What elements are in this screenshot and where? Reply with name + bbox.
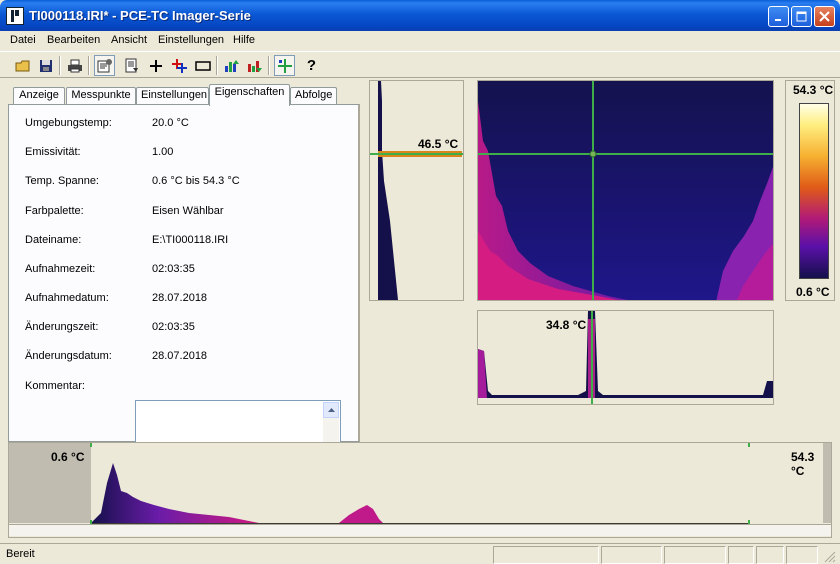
prop-value-emissivitaet: 1.00 bbox=[152, 146, 174, 158]
close-icon bbox=[819, 11, 830, 22]
toolbar: ? bbox=[0, 51, 840, 78]
status-pane-3 bbox=[664, 546, 726, 564]
prop-label-aufnahmezeit: Aufnahmezeit: bbox=[25, 263, 96, 275]
prop-label-dateiname: Dateiname: bbox=[25, 234, 82, 246]
prop-label-farbpalette: Farbpalette: bbox=[25, 205, 84, 217]
menu-einstellungen[interactable]: Einstellungen bbox=[158, 34, 224, 46]
palette-up-icon bbox=[224, 59, 239, 72]
print-icon bbox=[67, 59, 82, 72]
multi-point-button[interactable] bbox=[168, 55, 189, 76]
color-scale-max: 54.3 °C bbox=[793, 83, 834, 97]
open-icon bbox=[15, 60, 29, 71]
resize-grip-icon[interactable] bbox=[824, 551, 836, 563]
tab-messpunkte[interactable]: Messpunkte bbox=[66, 87, 136, 105]
maximize-button[interactable] bbox=[791, 6, 812, 27]
color-scale: 54.3 °C 0.6 °C bbox=[785, 80, 835, 301]
prop-value-farbpalette: Eisen Wählbar bbox=[152, 205, 224, 217]
horizontal-profile-panel: 34.8 °C bbox=[477, 310, 774, 405]
status-pane-5 bbox=[756, 546, 784, 564]
chevron-up-icon bbox=[327, 408, 335, 412]
prop-label-kommentar: Kommentar: bbox=[25, 380, 85, 392]
menu-hilfe[interactable]: Hilfe bbox=[233, 34, 255, 46]
save-button[interactable] bbox=[35, 55, 56, 76]
print-button[interactable] bbox=[64, 55, 85, 76]
tab-anzeige[interactable]: Anzeige bbox=[13, 87, 65, 105]
properties-panel: Anzeige Messpunkte Einstellungen Eigensc… bbox=[8, 84, 360, 465]
tab-eigenschaften[interactable]: Eigenschaften bbox=[209, 84, 290, 106]
color-scale-bar bbox=[799, 103, 829, 279]
menu-bar: Datei Bearbeiten Ansicht Einstellungen H… bbox=[0, 31, 840, 51]
prop-value-umgebungstemp: 20.0 °C bbox=[152, 117, 189, 129]
prop-label-temp-spanne: Temp. Spanne: bbox=[25, 175, 99, 187]
open-button[interactable] bbox=[12, 55, 33, 76]
prop-label-aenderungsdatum: Änderungsdatum: bbox=[25, 350, 112, 362]
status-bar: Bereit bbox=[0, 543, 840, 564]
title-bar: TI000118.IRI* - PCE-TC Imager-Serie bbox=[0, 0, 840, 31]
app-icon[interactable] bbox=[6, 7, 24, 25]
menu-ansicht[interactable]: Ansicht bbox=[111, 34, 147, 46]
rectangle-button[interactable] bbox=[192, 55, 213, 76]
horizontal-profile-temp: 34.8 °C bbox=[546, 318, 587, 332]
prop-label-umgebungstemp: Umgebungstemp: bbox=[25, 117, 112, 129]
palette-down-icon bbox=[247, 60, 262, 72]
tab-page-eigenschaften: Umgebungstemp: 20.0 °C Emissivität: 1.00… bbox=[8, 104, 360, 465]
tab-abfolge[interactable]: Abfolge bbox=[290, 87, 337, 105]
minimize-button[interactable] bbox=[768, 6, 789, 27]
vertical-profile-graph bbox=[370, 81, 463, 300]
tab-strip: Anzeige Messpunkte Einstellungen Eigensc… bbox=[8, 84, 360, 106]
cursor-line-icon bbox=[277, 58, 292, 73]
scroll-up-button[interactable] bbox=[323, 402, 339, 418]
menu-datei[interactable]: Datei bbox=[10, 34, 36, 46]
crosshair-button[interactable] bbox=[145, 55, 166, 76]
properties-icon bbox=[97, 59, 112, 73]
report-button[interactable] bbox=[121, 55, 142, 76]
vertical-profile-panel: 46.5 °C bbox=[369, 80, 464, 301]
thermal-image[interactable] bbox=[477, 80, 774, 301]
prop-value-dateiname: E:\TI000118.IRI bbox=[152, 234, 229, 246]
prop-label-aenderungszeit: Änderungszeit: bbox=[25, 321, 99, 333]
histogram-graph bbox=[90, 443, 750, 525]
window-title: TI000118.IRI* - PCE-TC Imager-Serie bbox=[29, 8, 251, 23]
rectangle-icon bbox=[194, 60, 211, 71]
color-scale-min: 0.6 °C bbox=[796, 285, 830, 299]
minimize-icon bbox=[774, 18, 781, 21]
histogram-scrollbar[interactable] bbox=[9, 524, 831, 536]
prop-value-aufnahmezeit: 02:03:35 bbox=[152, 263, 195, 275]
histogram-panel: 0.6 °C 54.3 °C bbox=[8, 442, 832, 538]
tab-einstellungen[interactable]: Einstellungen bbox=[136, 87, 209, 105]
horizontal-profile-graph bbox=[478, 311, 773, 404]
prop-value-aenderungszeit: 02:03:35 bbox=[152, 321, 195, 333]
prop-label-emissivitaet: Emissivität: bbox=[25, 146, 81, 158]
thermal-image-render bbox=[478, 81, 773, 300]
status-pane-1 bbox=[493, 546, 599, 564]
status-pane-2 bbox=[601, 546, 662, 564]
multi-point-icon bbox=[171, 58, 187, 73]
maximize-icon bbox=[796, 11, 807, 22]
status-pane-6 bbox=[786, 546, 818, 564]
report-icon bbox=[125, 58, 138, 73]
cursor-line-button[interactable] bbox=[274, 55, 295, 76]
prop-label-aufnahmedatum: Aufnahmedatum: bbox=[25, 292, 109, 304]
status-text: Bereit bbox=[6, 548, 35, 560]
prop-value-aufnahmedatum: 28.07.2018 bbox=[152, 292, 208, 304]
prop-value-temp-spanne: 0.6 °C bis 54.3 °C bbox=[152, 175, 240, 187]
crosshair-icon bbox=[149, 59, 162, 72]
palette-down-button[interactable] bbox=[244, 55, 265, 76]
close-button[interactable] bbox=[814, 6, 835, 27]
vertical-profile-temp: 46.5 °C bbox=[418, 137, 459, 151]
help-icon: ? bbox=[306, 57, 317, 74]
save-icon bbox=[39, 59, 52, 72]
palette-up-button[interactable] bbox=[221, 55, 242, 76]
prop-value-aenderungsdatum: 28.07.2018 bbox=[152, 350, 208, 362]
help-button[interactable]: ? bbox=[301, 55, 322, 76]
properties-button[interactable] bbox=[94, 55, 115, 76]
status-pane-4 bbox=[728, 546, 754, 564]
menu-bearbeiten[interactable]: Bearbeiten bbox=[47, 34, 100, 46]
